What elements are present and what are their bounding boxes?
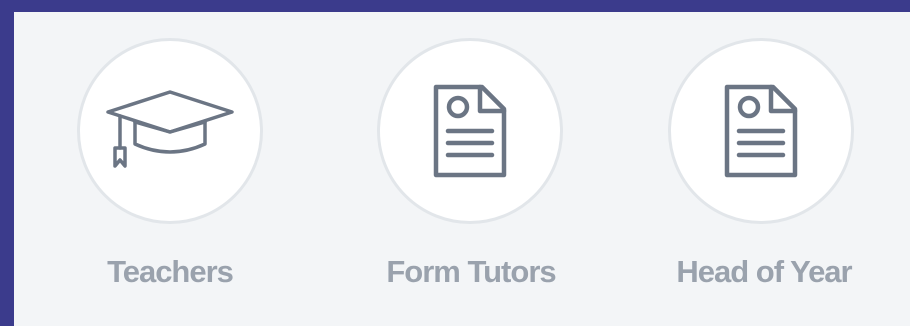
role-option-teachers[interactable]: Teachers — [70, 12, 270, 326]
role-icon-circle[interactable] — [77, 38, 263, 224]
document-icon — [724, 84, 798, 178]
role-label-form-tutors: Form Tutors — [386, 254, 556, 289]
window-frame: Teachers Form Tutors Head of Year — [0, 0, 910, 326]
role-selector-panel: Teachers Form Tutors Head of Year — [14, 12, 910, 326]
document-icon — [433, 84, 507, 178]
role-option-head-of-year[interactable]: Head of Year — [664, 12, 864, 326]
role-option-form-tutors[interactable]: Form Tutors — [371, 12, 571, 326]
role-icon-circle[interactable] — [377, 38, 563, 224]
role-icon-circle[interactable] — [668, 38, 854, 224]
graduation-cap-icon — [106, 90, 234, 168]
role-label-head-of-year: Head of Year — [676, 254, 852, 289]
role-label-teachers: Teachers — [107, 254, 234, 289]
